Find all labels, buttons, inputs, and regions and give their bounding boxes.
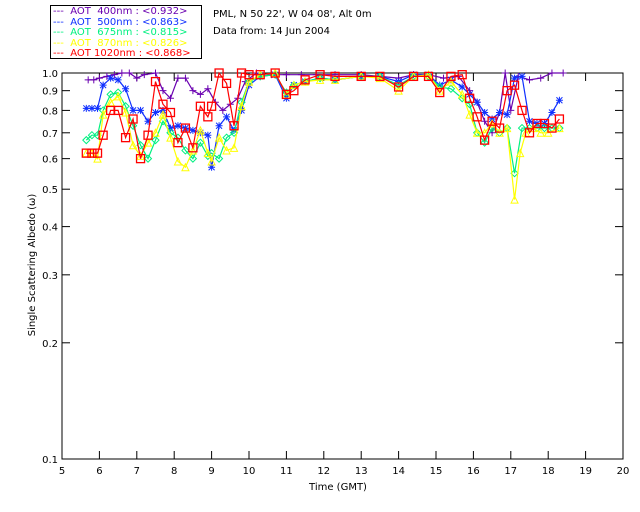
legend-label: AOT 1020nm : <0.868>: [70, 48, 191, 59]
x-tick-label: 10: [243, 466, 256, 477]
y-tick-label: 0.2: [42, 339, 58, 350]
data-point: [548, 69, 556, 77]
data-point: [481, 109, 489, 117]
x-tick-label: 12: [317, 466, 330, 477]
y-tick-label: 0.1: [42, 455, 58, 466]
legend: --- AOT 400nm : <0.932> --- AOT 500nm : <…: [50, 5, 202, 59]
data-point: [181, 74, 189, 82]
data-point: [140, 71, 148, 79]
data-point: [215, 122, 223, 130]
data-point: [152, 69, 159, 77]
series-group: [81, 68, 567, 204]
data-point: [118, 69, 126, 77]
data-point: [526, 76, 533, 84]
x-tick-label: 5: [59, 466, 65, 477]
x-tick-label: 15: [430, 466, 443, 477]
x-tick-label: 16: [467, 466, 480, 477]
data-point: [439, 74, 447, 82]
legend-entry: --- AOT 1020nm : <0.868>: [53, 48, 201, 60]
data-point: [282, 71, 290, 79]
y-tick-label: 0.5: [42, 185, 58, 196]
x-tick-label: 8: [171, 466, 177, 477]
y-tick-label: 0.6: [42, 155, 58, 166]
legend-swatch: ---: [53, 27, 71, 38]
x-tick-label: 17: [504, 466, 517, 477]
legend-swatch: ---: [53, 37, 71, 49]
x-tick-label: 13: [355, 466, 368, 477]
data-point: [473, 98, 481, 106]
legend-swatch: ---: [53, 6, 71, 17]
data-point: [174, 74, 182, 82]
data-point: [503, 111, 511, 119]
data-point: [559, 69, 567, 77]
y-tick-label: 0.4: [42, 223, 58, 234]
x-tick-label: 7: [134, 466, 140, 477]
data-point: [122, 85, 130, 93]
data-point: [90, 76, 98, 84]
albedo-chart: 5 6 7 8 9 10 11 12 13 14 15 16 17 18 19 20 0.1 0.2 0.3 0.4 0…: [27, 68, 630, 493]
x-tick-label: 9: [208, 466, 214, 477]
y-tick-label: 1.0: [42, 69, 58, 80]
data-point: [458, 83, 466, 91]
x-axis-label: Time (GMT): [308, 482, 367, 493]
legend-label: AOT 870nm : <0.826>: [70, 37, 188, 49]
legend-label: AOT 500nm : <0.863>: [70, 16, 188, 28]
data-point: [114, 76, 122, 84]
legend-swatch: ---: [53, 48, 71, 59]
data-point: [537, 74, 545, 82]
data-point: [129, 106, 137, 114]
data-point: [223, 113, 231, 121]
x-tick-label: 11: [280, 466, 293, 477]
y-tick-label: 0.3: [42, 271, 58, 282]
y-tick-label: 0.9: [42, 87, 58, 98]
data-point: [189, 87, 197, 95]
y-tick-label: 0.8: [42, 106, 58, 117]
legend-label: AOT 400nm : <0.932>: [70, 6, 188, 17]
data-point: [548, 109, 556, 117]
x-tick-label: 19: [579, 466, 592, 477]
data-point: [137, 106, 145, 114]
y-axis-label: Single Scattering Albedo (ω): [27, 194, 38, 337]
data-point: [204, 131, 212, 139]
x-tick-label: 20: [617, 466, 630, 477]
x-tick-label: 6: [96, 466, 102, 477]
data-point: [152, 109, 159, 117]
data-point: [95, 74, 103, 82]
data-point: [174, 122, 182, 130]
location-info: PML, N 50 22', W 04 08', Alt 0m: [213, 9, 372, 20]
data-point: [107, 74, 115, 82]
data-point: [555, 96, 563, 104]
data-point: [518, 72, 526, 80]
data-point: [125, 69, 133, 77]
data-point: [133, 74, 141, 82]
legend-swatch: ---: [53, 16, 71, 28]
date-info: Data from: 14 Jun 2004: [213, 26, 331, 37]
x-tick-label: 14: [392, 466, 405, 477]
data-point: [501, 69, 509, 77]
data-point: [481, 117, 489, 125]
data-point: [99, 81, 107, 89]
legend-label: AOT 675nm : <0.815>: [70, 27, 188, 38]
y-tick-label: 0.7: [42, 129, 58, 140]
x-tick-label: 18: [542, 466, 555, 477]
